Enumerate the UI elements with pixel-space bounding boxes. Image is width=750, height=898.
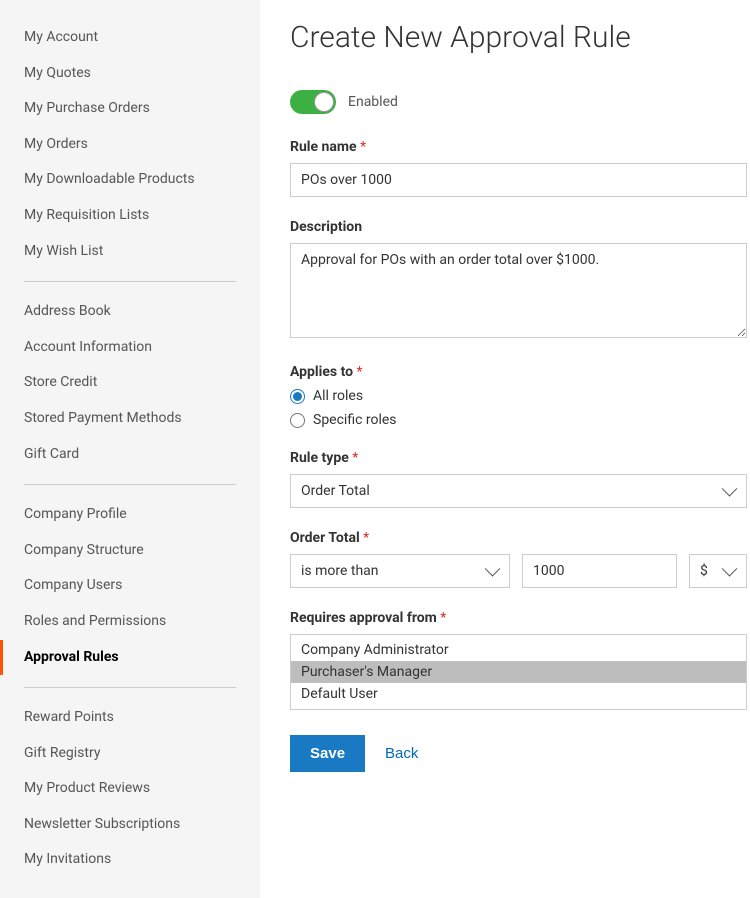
- multiselect-option[interactable]: Default User: [291, 683, 746, 705]
- toggle-knob: [314, 92, 334, 112]
- multiselect-option[interactable]: Company Administrator: [291, 639, 746, 661]
- applies-to-option-label: All roles: [313, 388, 363, 404]
- sidebar-divider: [24, 484, 236, 485]
- form-buttons: Save Back: [290, 735, 747, 772]
- sidebar-item-my-wish-list[interactable]: My Wish List: [0, 234, 260, 270]
- sidebar-item-address-book[interactable]: Address Book: [0, 294, 260, 330]
- sidebar-item-my-invitations[interactable]: My Invitations: [0, 842, 260, 878]
- rule-name-input[interactable]: [290, 163, 747, 197]
- applies-to-option: Specific roles: [290, 412, 747, 428]
- rule-type-field: Rule type Order Total: [290, 450, 747, 508]
- save-button[interactable]: Save: [290, 735, 365, 772]
- sidebar-item-store-credit[interactable]: Store Credit: [0, 365, 260, 401]
- rule-type-select[interactable]: Order Total: [290, 474, 747, 508]
- sidebar-item-company-users[interactable]: Company Users: [0, 568, 260, 604]
- applies-to-option-label: Specific roles: [313, 412, 397, 428]
- sidebar-item-stored-payment-methods[interactable]: Stored Payment Methods: [0, 401, 260, 437]
- order-total-currency-select[interactable]: $: [689, 554, 747, 588]
- order-total-label: Order Total: [290, 530, 747, 546]
- requires-approval-multiselect[interactable]: Company AdministratorPurchaser's Manager…: [290, 634, 747, 710]
- sidebar-item-my-quotes[interactable]: My Quotes: [0, 56, 260, 92]
- back-button[interactable]: Back: [385, 745, 418, 762]
- sidebar-item-my-orders[interactable]: My Orders: [0, 127, 260, 163]
- order-total-amount-input[interactable]: [522, 554, 677, 588]
- applies-to-radio[interactable]: [290, 413, 305, 428]
- applies-to-label: Applies to: [290, 364, 747, 380]
- sidebar-item-my-purchase-orders[interactable]: My Purchase Orders: [0, 91, 260, 127]
- rule-type-label: Rule type: [290, 450, 747, 466]
- sidebar-item-gift-card[interactable]: Gift Card: [0, 437, 260, 473]
- enabled-toggle-row: Enabled: [290, 90, 747, 114]
- page-title: Create New Approval Rule: [290, 20, 747, 55]
- enabled-toggle[interactable]: [290, 90, 336, 114]
- applies-to-radio[interactable]: [290, 389, 305, 404]
- description-label: Description: [290, 219, 747, 235]
- sidebar-item-approval-rules[interactable]: Approval Rules: [0, 640, 260, 676]
- main-content: Create New Approval Rule Enabled Rule na…: [260, 0, 750, 898]
- applies-to-option: All roles: [290, 388, 747, 404]
- sidebar-item-roles-and-permissions[interactable]: Roles and Permissions: [0, 604, 260, 640]
- requires-approval-field: Requires approval from Company Administr…: [290, 610, 747, 710]
- enabled-label: Enabled: [348, 94, 398, 110]
- account-sidebar: My AccountMy QuotesMy Purchase OrdersMy …: [0, 0, 260, 898]
- sidebar-item-my-product-reviews[interactable]: My Product Reviews: [0, 771, 260, 807]
- sidebar-item-my-account[interactable]: My Account: [0, 20, 260, 56]
- sidebar-item-account-information[interactable]: Account Information: [0, 330, 260, 366]
- sidebar-item-my-downloadable-products[interactable]: My Downloadable Products: [0, 162, 260, 198]
- order-total-field: Order Total is more than $: [290, 530, 747, 588]
- multiselect-option[interactable]: Purchaser's Manager: [291, 661, 746, 683]
- sidebar-item-company-profile[interactable]: Company Profile: [0, 497, 260, 533]
- sidebar-item-company-structure[interactable]: Company Structure: [0, 533, 260, 569]
- requires-approval-label: Requires approval from: [290, 610, 747, 626]
- sidebar-divider: [24, 281, 236, 282]
- sidebar-item-gift-registry[interactable]: Gift Registry: [0, 736, 260, 772]
- sidebar-item-reward-points[interactable]: Reward Points: [0, 700, 260, 736]
- rule-name-label: Rule name: [290, 139, 747, 155]
- sidebar-item-my-requisition-lists[interactable]: My Requisition Lists: [0, 198, 260, 234]
- sidebar-divider: [24, 687, 236, 688]
- sidebar-item-newsletter-subscriptions[interactable]: Newsletter Subscriptions: [0, 807, 260, 843]
- description-field: Description: [290, 219, 747, 342]
- order-total-condition-select[interactable]: is more than: [290, 554, 510, 588]
- applies-to-field: Applies to All roles Specific roles: [290, 364, 747, 428]
- rule-name-field: Rule name: [290, 139, 747, 197]
- description-input[interactable]: [290, 243, 747, 338]
